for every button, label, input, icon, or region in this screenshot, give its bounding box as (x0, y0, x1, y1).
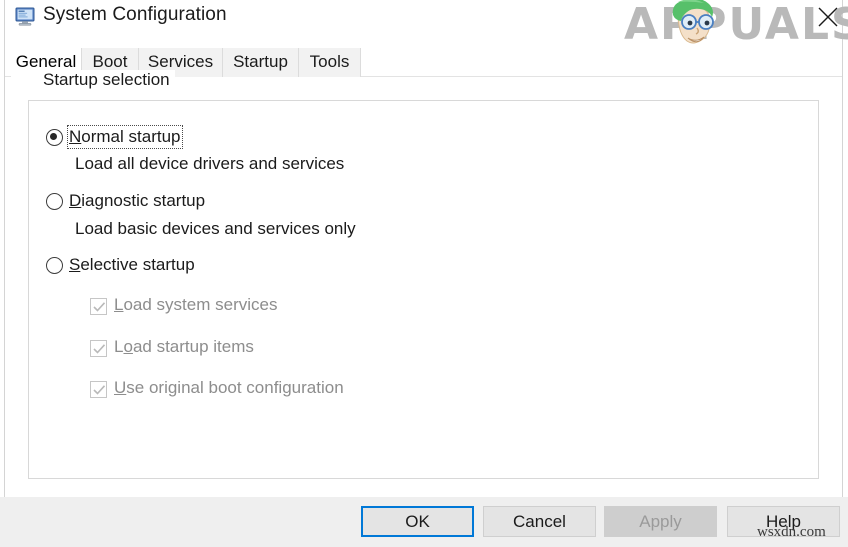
window-border-right (842, 0, 843, 497)
checkbox-load-system-services-text: oad system services (123, 295, 277, 314)
checkbox-use-original-boot-configuration-mark (90, 381, 107, 398)
title-bar[interactable]: System Configuration (5, 0, 842, 42)
radio-diagnostic-startup-text: iagnostic startup (81, 191, 205, 210)
tab-startup[interactable]: Startup (223, 48, 299, 77)
normal-startup-description: Load all device drivers and services (75, 154, 344, 174)
checkbox-load-startup-items-label: Load startup items (114, 337, 254, 357)
accel-s: S (69, 255, 80, 274)
window-title: System Configuration (43, 4, 227, 26)
startup-selection-label: Startup selection (38, 70, 175, 90)
radio-normal-startup-text: ormal startup (81, 127, 180, 146)
radio-diagnostic-startup-label: Diagnostic startup (68, 190, 207, 212)
checkbox-load-system-services-label: Load system services (114, 295, 277, 315)
accel-o: o (123, 337, 132, 356)
general-tab-panel: Startup selection Normal startup Load al… (5, 77, 842, 497)
close-icon[interactable] (805, 0, 848, 33)
checkbox-use-original-boot-configuration-text: se original boot configuration (126, 378, 343, 397)
radio-selective-startup-text: elective startup (80, 255, 194, 274)
checkbox-load-startup-items-mark (90, 340, 107, 357)
radio-selective-startup-label: Selective startup (68, 254, 197, 276)
radio-normal-startup-mark[interactable] (46, 129, 63, 146)
radio-selective-startup-mark[interactable] (46, 257, 63, 274)
system-configuration-monitor-icon (15, 7, 37, 27)
checkbox-use-original-boot-configuration-label: Use original boot configuration (114, 378, 344, 398)
accel-d: D (69, 191, 81, 210)
apply-button: Apply (604, 506, 717, 537)
diagnostic-startup-description: Load basic devices and services only (75, 219, 356, 239)
radio-normal-startup-label: Normal startup (68, 126, 182, 148)
accel-u: U (114, 378, 126, 397)
tab-tools[interactable]: Tools (299, 48, 361, 77)
checkbox-load-system-services-mark (90, 298, 107, 315)
system-configuration-window: System Configuration APPUALS (0, 0, 848, 547)
dialog-footer: OK Cancel Apply Help (0, 497, 848, 547)
radio-diagnostic-startup-mark[interactable] (46, 193, 63, 210)
cancel-button[interactable]: Cancel (483, 506, 596, 537)
checkbox-load-startup-items-text: ad startup items (133, 337, 254, 356)
ok-button[interactable]: OK (361, 506, 474, 537)
accel-n: N (69, 127, 81, 146)
help-button[interactable]: Help (727, 506, 840, 537)
